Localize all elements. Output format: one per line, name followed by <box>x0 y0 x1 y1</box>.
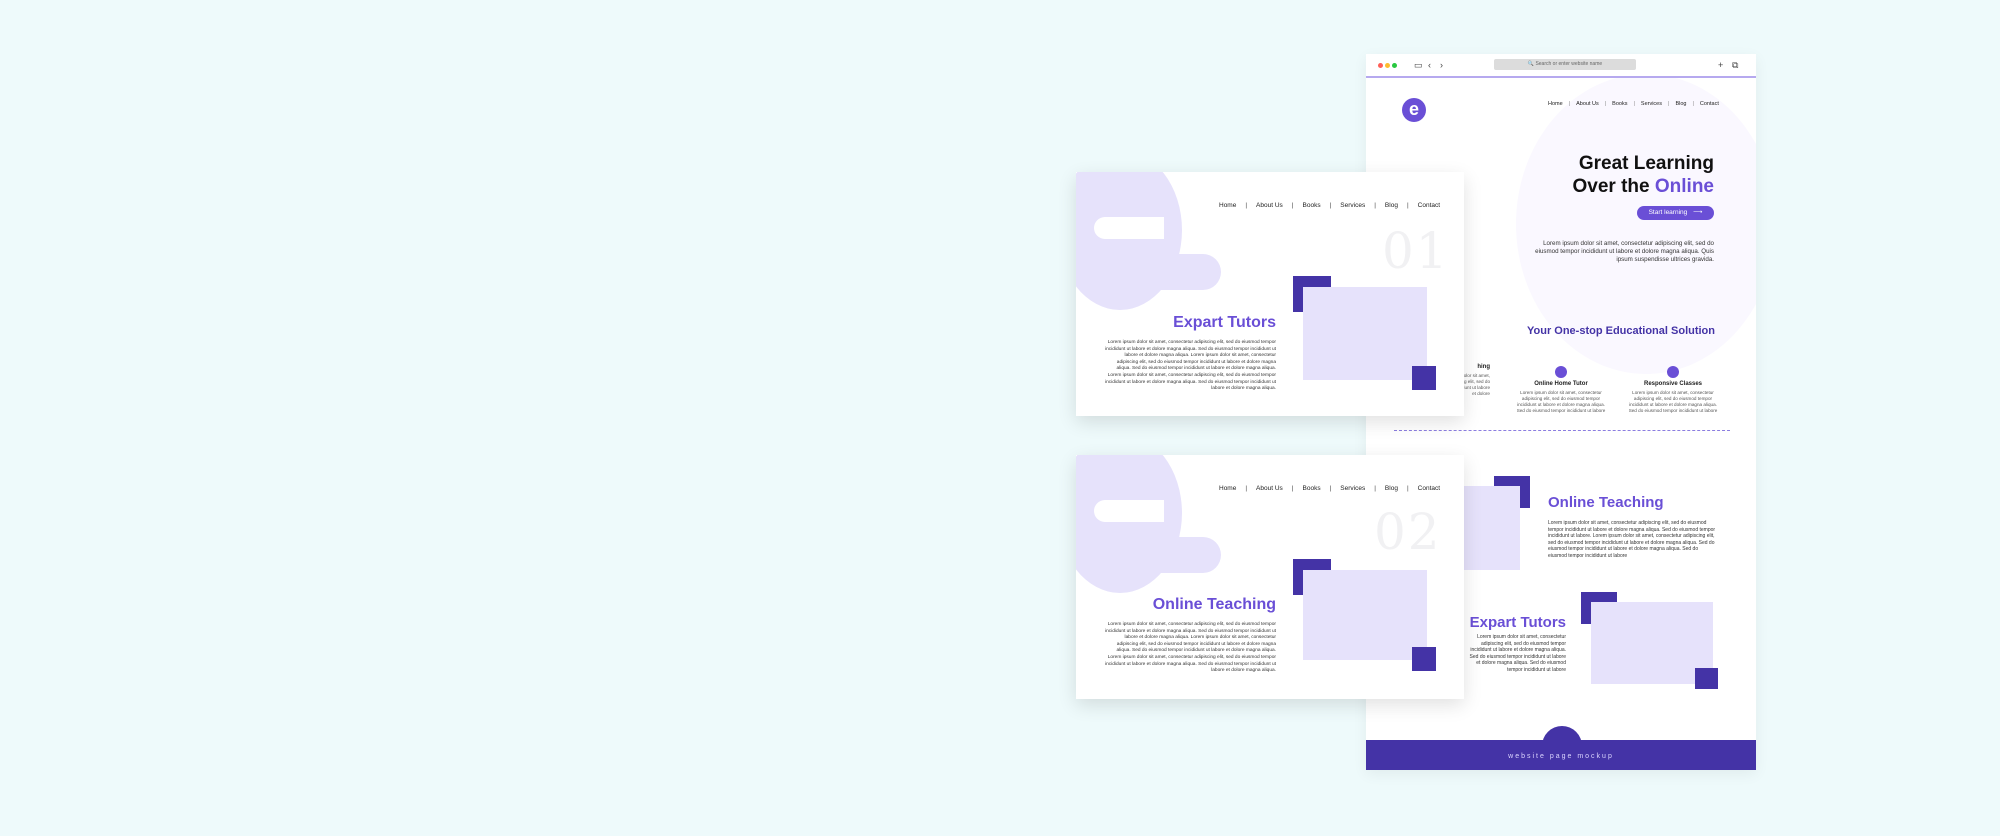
nav-home[interactable]: Home <box>1219 202 1236 209</box>
nav-about[interactable]: About Us <box>1256 485 1283 492</box>
feature-logo-icon <box>1667 366 1679 378</box>
back-arrow-icon[interactable]: ‹ <box>1428 60 1431 70</box>
nav-services[interactable]: Services <box>1340 485 1365 492</box>
image-placeholder <box>1303 570 1427 660</box>
nav-divider: | <box>1406 485 1409 492</box>
forward-arrow-icon[interactable]: › <box>1440 60 1443 70</box>
feature-card: Online Home Tutor Lorem ipsum dolor sit … <box>1516 366 1606 414</box>
slide-panel-expart-tutors: 01 Home | About Us | Books | Services | Blog | Con… <box>1076 172 1464 416</box>
nav-divider: | <box>1668 101 1670 107</box>
slide-title: Expart Tutors <box>1173 314 1276 331</box>
tabs-overview-icon[interactable]: ⧉ <box>1732 60 1738 70</box>
nav-blog[interactable]: Blog <box>1385 202 1398 209</box>
decor-square <box>1412 366 1436 390</box>
nav-divider: | <box>1633 101 1635 107</box>
nav-divider: | <box>1374 202 1376 209</box>
nav-books[interactable]: Books <box>1612 101 1627 107</box>
nav-home[interactable]: Home <box>1548 101 1563 107</box>
nav-divider: | <box>1329 202 1332 209</box>
nav-books[interactable]: Books <box>1303 485 1321 492</box>
minimize-window-dot[interactable] <box>1385 63 1390 68</box>
maximize-window-dot[interactable] <box>1392 63 1397 68</box>
slide-title: Online Teaching <box>1152 596 1276 613</box>
feature-text: Lorem ipsum dolor sit amet, consectetur … <box>1628 390 1718 413</box>
logo-watermark-bar <box>1136 254 1221 290</box>
slide-number: 02 <box>1374 503 1442 561</box>
logo-watermark-bar <box>1136 537 1221 573</box>
online-teaching-text: Lorem ipsum dolor sit amet, consectetur … <box>1548 520 1716 559</box>
slide-text: Lorem ipsum dolor sit amet, consectetur … <box>1105 622 1276 674</box>
nav-about[interactable]: About Us <box>1576 101 1599 107</box>
nav-services[interactable]: Services <box>1340 202 1365 209</box>
nav-divider: | <box>1245 485 1248 492</box>
nav-divider: | <box>1291 202 1294 209</box>
section-divider <box>1394 430 1730 431</box>
nav-about[interactable]: About Us <box>1256 202 1283 209</box>
nav-divider: | <box>1329 485 1332 492</box>
nav-home[interactable]: Home <box>1219 485 1236 492</box>
expart-tutors-text: Lorem ipsum dolor sit amet, consectetur … <box>1469 634 1566 673</box>
sidebar-icon[interactable]: ▭ <box>1414 60 1423 70</box>
logo-watermark-cut <box>1094 500 1164 522</box>
online-teaching-title: Online Teaching <box>1548 494 1664 511</box>
nav-books[interactable]: Books <box>1303 202 1321 209</box>
site-nav: Home | About Us | Books | Services | Blog | Contac… <box>1548 101 1719 107</box>
feature-card: Responsive Classes Lorem ipsum dolor sit… <box>1628 366 1718 414</box>
browser-toolbar: ▭ ‹ › 🔍 Search or enter website name + ⧉ <box>1366 54 1756 78</box>
nav-contact[interactable]: Contact <box>1418 202 1440 209</box>
nav-blog[interactable]: Blog <box>1385 485 1398 492</box>
slide-number: 01 <box>1382 222 1450 280</box>
new-tab-icon[interactable]: + <box>1718 60 1723 70</box>
nav-divider: | <box>1291 485 1294 492</box>
slide-nav: Home | About Us | Books | Services | Blog | Contac… <box>1219 485 1440 492</box>
footer-bar: website page mockup <box>1366 740 1756 770</box>
feature-title: Online Home Tutor <box>1534 381 1588 387</box>
logo-letter: e <box>1408 99 1419 119</box>
hero-heading-line2: Over the Online <box>1572 176 1715 197</box>
nav-divider: | <box>1692 101 1694 107</box>
nav-divider: | <box>1406 202 1409 209</box>
logo-watermark-cut <box>1094 217 1164 239</box>
image-placeholder <box>1303 287 1427 380</box>
feature-text: Lorem ipsum dolor sit amet, consectetur … <box>1516 390 1606 413</box>
close-window-dot[interactable] <box>1378 63 1383 68</box>
nav-divider: | <box>1604 101 1607 107</box>
feature-title: Responsive Classes <box>1643 381 1703 387</box>
feature-logo-icon <box>1555 366 1567 378</box>
address-bar[interactable]: 🔍 Search or enter website name <box>1494 59 1636 70</box>
nav-divider: | <box>1245 202 1248 209</box>
decor-square <box>1412 647 1436 671</box>
hero-paragraph: Lorem ipsum dolor sit amet, consectetur … <box>1535 240 1714 263</box>
nav-contact[interactable]: Contact <box>1418 485 1440 492</box>
arrow-right-icon: ⟶ <box>1693 209 1703 216</box>
image-placeholder <box>1456 486 1520 570</box>
nav-services[interactable]: Services <box>1641 101 1662 107</box>
start-learning-button[interactable]: Start learning ⟶ <box>1637 206 1714 220</box>
hero-heading-accent: Online <box>1654 176 1714 197</box>
hero-heading: Great Learning Over the Online <box>1516 152 1715 198</box>
site-logo[interactable]: e <box>1402 98 1426 122</box>
slide-panel-online-teaching: 02 Home | About Us | Books | Services | Blog | Con… <box>1076 455 1464 699</box>
decor-square <box>1695 668 1718 689</box>
hero-heading-line1: Great Learning <box>1578 153 1714 174</box>
slide-nav: Home | About Us | Books | Services | Blog | Contac… <box>1219 202 1440 209</box>
solution-title: Your One-stop Educational Solution <box>1526 325 1715 337</box>
footer-label: website page mockup <box>1508 753 1614 760</box>
nav-divider: | <box>1374 485 1376 492</box>
slide-text: Lorem ipsum dolor sit amet, consectetur … <box>1105 340 1276 392</box>
nav-divider: | <box>1568 101 1571 107</box>
nav-contact[interactable]: Contact <box>1700 101 1719 107</box>
start-learning-label: Start learning <box>1648 209 1688 216</box>
nav-blog[interactable]: Blog <box>1675 101 1686 107</box>
